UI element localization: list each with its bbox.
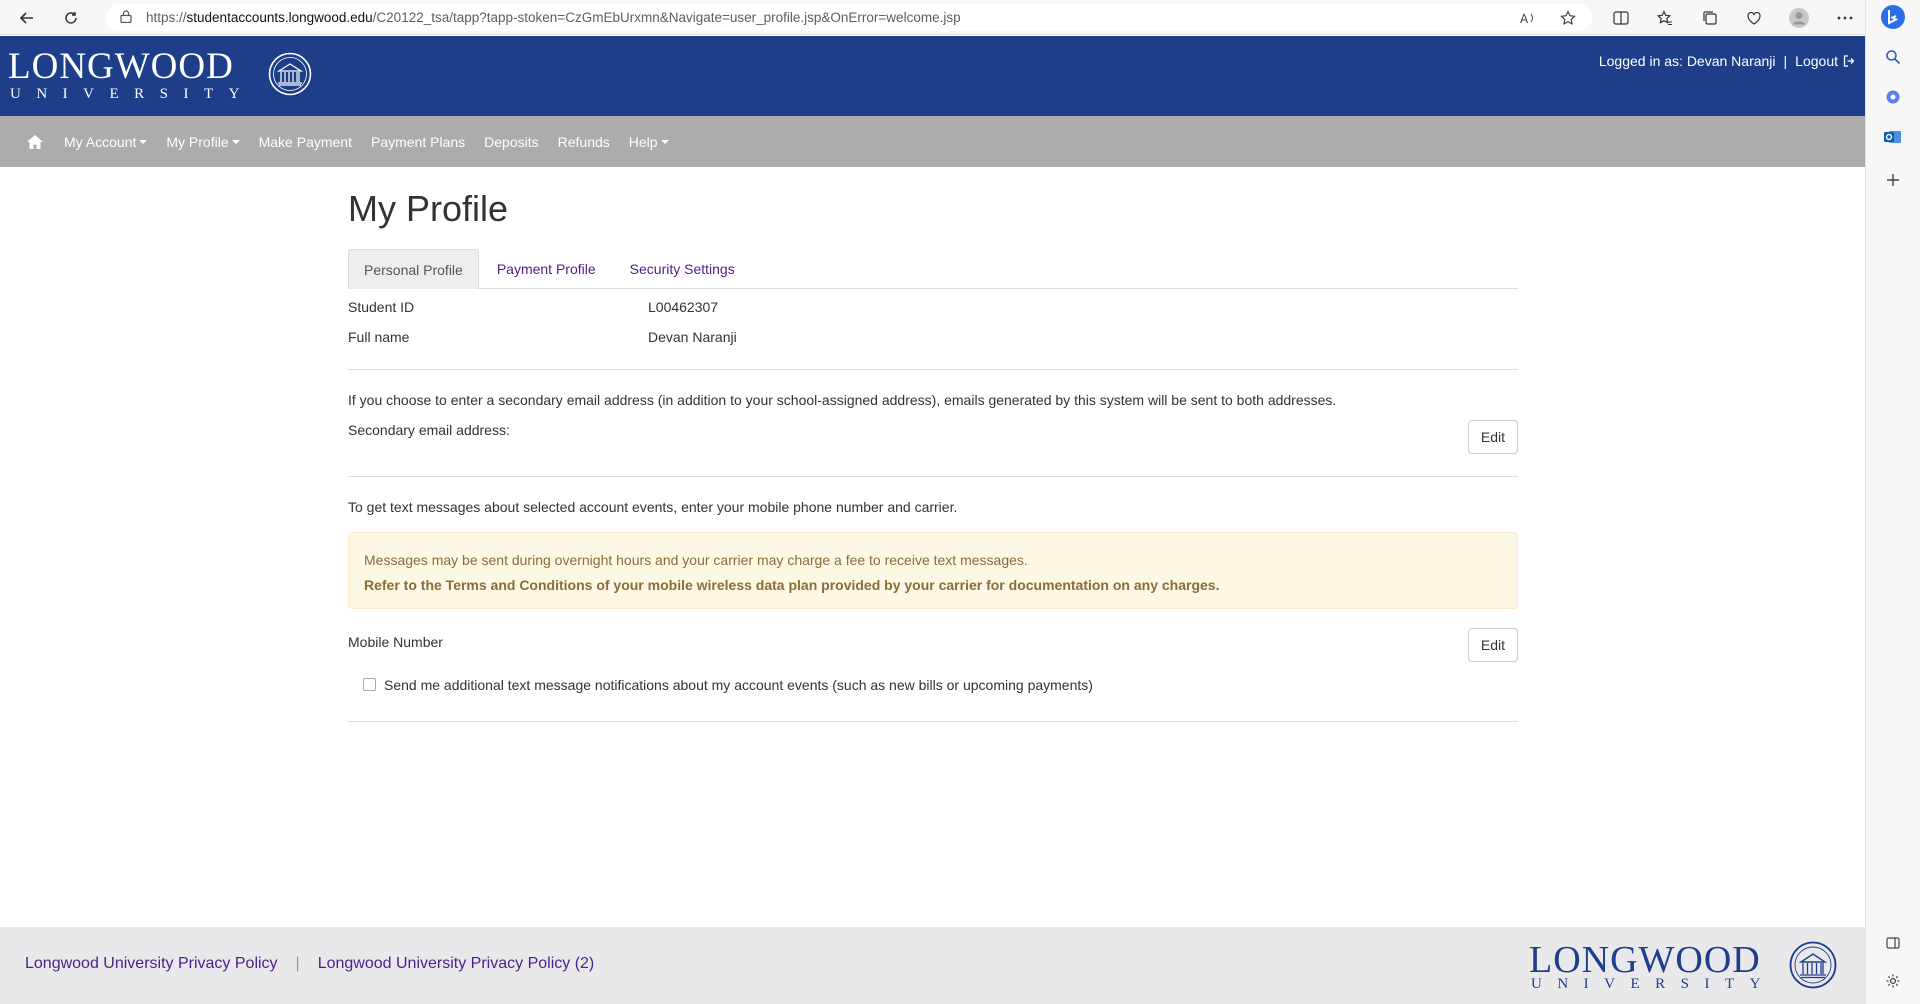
footer-logo-wordmark: LONGWOOD — [1529, 939, 1761, 981]
profile-avatar-icon[interactable] — [1786, 5, 1812, 31]
back-icon[interactable] — [14, 5, 40, 31]
text-message-section: To get text messages about selected acco… — [348, 477, 1518, 695]
read-aloud-icon[interactable]: A — [1516, 6, 1540, 30]
outlook-icon[interactable] — [1879, 123, 1907, 151]
page-title: My Profile — [348, 188, 509, 229]
footer-seal-icon — [1789, 941, 1837, 989]
notification-checkbox[interactable] — [363, 678, 376, 692]
add-icon[interactable] — [1879, 166, 1907, 194]
address-bar[interactable]: https://studentaccounts.longwood.edu/C20… — [106, 4, 1592, 31]
menu-item-make-payment[interactable]: Make Payment — [259, 134, 352, 150]
brand-header: LONGWOOD UNIVERSITY Logged in as: Devan … — [0, 36, 1865, 116]
menu-item-label: My Account — [64, 133, 137, 150]
sidebar-toggle-icon[interactable] — [1879, 929, 1907, 957]
collections-icon[interactable] — [1697, 5, 1723, 31]
tab-security-settings[interactable]: Security Settings — [614, 249, 751, 289]
menu-item-payment-plans[interactable]: Payment Plans — [371, 134, 465, 150]
main-content: My Profile Personal Profile Payment Prof… — [348, 167, 1518, 722]
menu-item-refunds[interactable]: Refunds — [558, 134, 610, 150]
mobile-number-row: Mobile Number Edit — [348, 623, 1518, 667]
menu-item-label: My Profile — [166, 133, 229, 150]
full-name-label: Full name — [348, 328, 410, 345]
lock-icon — [120, 9, 136, 26]
browser-toolbar: https://studentaccounts.longwood.edu/C20… — [0, 0, 1920, 35]
page-footer: Longwood University Privacy Policy | Lon… — [0, 927, 1865, 1004]
menu-item-my-account[interactable]: My Account — [64, 133, 148, 150]
url-path: /C20122_tsa/tapp?tapp-stoken=CzGmEbUrxmn… — [372, 10, 961, 25]
edge-sidebar — [1865, 0, 1920, 1004]
split-screen-icon[interactable] — [1608, 5, 1634, 31]
search-icon[interactable] — [1879, 43, 1907, 71]
notification-checkbox-label[interactable]: Send me additional text message notifica… — [384, 675, 1093, 695]
profile-tabs: Personal Profile Payment Profile Securit… — [348, 248, 1518, 289]
student-id-row: Student ID L00462307 — [348, 292, 1518, 322]
section-divider — [348, 720, 1518, 722]
main-menu: My Account My Profile Make Payment Payme… — [0, 116, 1865, 167]
tab-payment-profile[interactable]: Payment Profile — [481, 249, 612, 289]
svg-text:A: A — [1520, 12, 1529, 25]
menu-item-help[interactable]: Help — [629, 134, 669, 150]
more-options-icon[interactable] — [1832, 5, 1858, 31]
menu-item-label: Help — [628, 133, 658, 150]
menu-item-label: Refunds — [557, 133, 610, 150]
secondary-email-label: Secondary email address: — [348, 421, 510, 438]
caret-down-icon — [660, 139, 669, 144]
bing-chat-icon[interactable] — [1879, 3, 1907, 31]
caret-down-icon — [139, 139, 148, 144]
menu-item-label: Make Payment — [258, 133, 352, 150]
menu-item-label: Deposits — [484, 133, 539, 150]
edit-email-button[interactable]: Edit — [1467, 419, 1518, 454]
tab-personal-profile[interactable]: Personal Profile — [348, 248, 479, 289]
full-name-row: Full name Devan Naranji — [348, 322, 1518, 352]
logout-icon[interactable] — [1843, 55, 1855, 67]
url-prefix: https:// — [146, 10, 187, 25]
menu-item-deposits[interactable]: Deposits — [484, 134, 538, 150]
notification-checkbox-row: Send me additional text message notifica… — [348, 675, 1518, 695]
logo-wordmark[interactable]: LONGWOOD — [8, 48, 234, 85]
alert-line-2: Refer to the Terms and Conditions of you… — [364, 576, 1220, 593]
secondary-email-section: If you choose to enter a secondary email… — [348, 370, 1518, 476]
footer-logo: LONGWOOD UNIVERSITY — [1529, 941, 1837, 993]
alert-line-1: Messages may be sent during overnight ho… — [364, 551, 1028, 568]
edit-mobile-button[interactable]: Edit — [1467, 627, 1518, 662]
logout-link[interactable]: Logout — [1795, 53, 1838, 69]
logged-in-label: Logged in as: Devan Naranji — [1598, 53, 1776, 69]
menu-item-label: Payment Plans — [370, 133, 466, 150]
settings-gear-icon[interactable] — [1879, 967, 1907, 995]
url-host: studentaccounts.longwood.edu — [186, 10, 373, 25]
text-info: To get text messages about selected acco… — [348, 498, 958, 515]
student-id-label: Student ID — [348, 298, 415, 315]
footer-logo-subtitle: UNIVERSITY — [1531, 976, 1776, 992]
site-page: LONGWOOD UNIVERSITY Logged in as: Devan … — [0, 36, 1865, 1004]
favorites-icon[interactable] — [1652, 5, 1678, 31]
full-name-value: Devan Naranji — [648, 328, 737, 345]
browser-essentials-icon[interactable] — [1741, 5, 1767, 31]
privacy-policy-link[interactable]: Longwood University Privacy Policy — [25, 955, 278, 973]
menu-item-my-profile[interactable]: My Profile — [166, 133, 240, 150]
caret-down-icon — [231, 139, 240, 144]
student-id-value: L00462307 — [648, 298, 719, 315]
refresh-icon[interactable] — [58, 5, 84, 31]
logo-subtitle: UNIVERSITY — [10, 86, 255, 102]
footer-links: Longwood University Privacy Policy | Lon… — [25, 955, 594, 973]
favorite-star-icon[interactable] — [1556, 6, 1580, 30]
charges-alert: Messages may be sent during overnight ho… — [348, 531, 1518, 609]
footer-separator: | — [295, 955, 300, 972]
home-icon[interactable] — [26, 134, 44, 150]
tools-icon[interactable] — [1879, 83, 1907, 111]
login-info: Logged in as: Devan Naranji | Logout — [1599, 53, 1855, 69]
login-separator: | — [1783, 53, 1788, 69]
mobile-number-label: Mobile Number — [348, 633, 443, 650]
secondary-email-info: If you choose to enter a secondary email… — [348, 391, 1337, 408]
university-seal-icon — [268, 52, 312, 96]
privacy-policy-link-2[interactable]: Longwood University Privacy Policy (2) — [318, 955, 595, 973]
